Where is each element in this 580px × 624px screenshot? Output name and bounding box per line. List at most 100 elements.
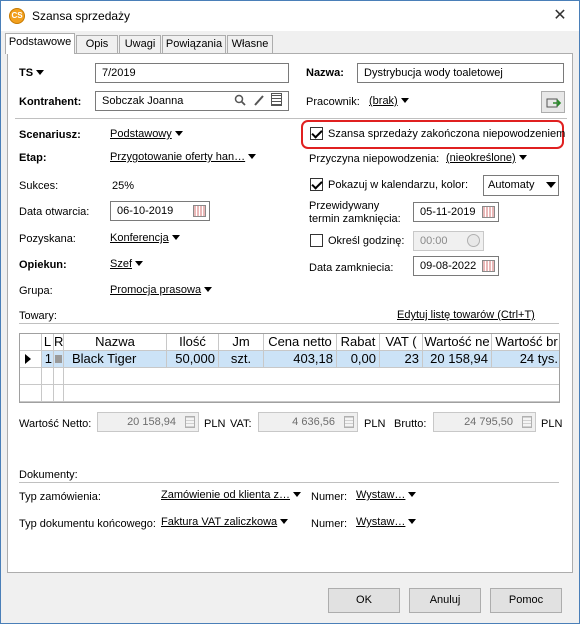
typ-dokumentu-dropdown[interactable]: Faktura VAT zaliczkowa <box>161 516 289 528</box>
table-cell[interactable] <box>54 368 64 385</box>
opiekun-value: Szef <box>110 258 133 270</box>
wartosc-netto-field: 20 158,94 <box>97 412 199 432</box>
list-icon[interactable] <box>271 93 282 106</box>
table-cell[interactable]: 23 <box>380 351 423 368</box>
typ-zamowienia-label: Typ zamówienia: <box>19 491 101 503</box>
clock-icon <box>467 234 480 247</box>
row-pointer-icon <box>25 354 31 364</box>
typ-zamowienia-dropdown[interactable]: Zamówienie od klienta z… <box>161 489 302 501</box>
table-row[interactable] <box>64 368 559 385</box>
scenariusz-label: Scenariusz: <box>19 129 81 141</box>
table-cell[interactable] <box>42 368 54 385</box>
etap-dropdown[interactable]: Przygotowanie oferty han… <box>110 151 257 163</box>
calendar-icon[interactable] <box>482 206 495 218</box>
calendar-icon[interactable] <box>193 205 206 217</box>
tab-powiazania[interactable]: Powiązania <box>162 35 226 53</box>
help-button[interactable]: Pomoc <box>490 588 562 613</box>
calendar-icon[interactable] <box>482 260 495 272</box>
przyczyna-dropdown[interactable]: (nieokreślone) <box>446 152 527 164</box>
zakonczona-checkbox[interactable] <box>310 127 323 140</box>
ok-button[interactable]: OK <box>328 588 400 613</box>
column-header[interactable]: Nazwa <box>64 334 167 351</box>
table-cell[interactable]: 1 <box>42 351 54 368</box>
column-header[interactable]: R <box>54 334 64 351</box>
currency-label: PLN <box>204 418 226 430</box>
tab-opis[interactable]: Opis <box>76 35 118 53</box>
zakonczona-label: Szansa sprzedaży zakończona niepowodzeni… <box>328 128 566 140</box>
table-cell[interactable]: Black Tiger <box>64 351 167 368</box>
tab-uwagi[interactable]: Uwagi <box>119 35 161 53</box>
table-cell[interactable]: 403,18 <box>264 351 337 368</box>
przyczyna-value: (nieokreślone) <box>446 152 516 164</box>
row-indicator <box>20 351 42 368</box>
ts-label: TS <box>19 67 34 79</box>
etap-value: Przygotowanie oferty han… <box>110 151 246 163</box>
column-header[interactable]: L <box>42 334 54 351</box>
etap-label: Etap: <box>19 152 47 164</box>
edytuj-towary-link[interactable]: Edytuj listę towarów (Ctrl+T) <box>397 309 535 321</box>
tab-wlasne[interactable]: Własne <box>227 35 273 53</box>
pracownik-label: Pracownik: <box>306 96 360 108</box>
godzina-checkbox[interactable] <box>310 234 323 247</box>
table-row[interactable] <box>64 385 559 402</box>
window-title: Szansa sprzedaży <box>32 9 131 23</box>
chevron-down-icon <box>546 182 556 188</box>
numer-zamowienia-value: Wystaw… <box>356 489 406 501</box>
export-button[interactable] <box>541 91 565 113</box>
numer-label: Numer: <box>311 518 348 530</box>
kalendarz-checkbox[interactable] <box>310 178 323 191</box>
data-otwarcia-label: Data otwarcia: <box>19 206 90 218</box>
search-icon[interactable] <box>234 94 246 106</box>
table-cell[interactable]: 0,00 <box>337 351 380 368</box>
przyczyna-label: Przyczyna niepowodzenia: <box>309 153 440 165</box>
ts-dropdown[interactable]: TS <box>19 67 45 79</box>
column-header[interactable]: Ilość <box>167 334 219 351</box>
table-cell[interactable]: 24 tys. <box>492 351 559 368</box>
numer-dokumentu-dropdown[interactable]: Wystaw… <box>356 516 417 528</box>
kolor-select[interactable]: Automaty <box>483 175 559 196</box>
calculator-icon <box>185 416 195 428</box>
brutto-label: Brutto: <box>394 418 427 430</box>
typ-zamowienia-value: Zamówienie od klienta z… <box>161 489 291 501</box>
export-icon <box>546 98 562 108</box>
table-cell[interactable]: 20 158,94 <box>423 351 492 368</box>
nazwa-input[interactable]: Dystrybucja wody toaletowej <box>357 63 564 83</box>
edit-pencil-icon[interactable] <box>253 94 265 106</box>
close-button[interactable]: ✕ <box>547 5 573 27</box>
wartosc-netto-label: Wartość Netto: <box>19 418 92 430</box>
kolor-value: Automaty <box>488 179 535 191</box>
przewidywany-label-2: termin zamknięcia: <box>309 213 401 225</box>
ts-number-input[interactable]: 7/2019 <box>95 63 289 83</box>
currency-label: PLN <box>364 418 386 430</box>
pracownik-value: (brak) <box>369 95 398 107</box>
separator <box>19 482 559 483</box>
kontrahent-label: Kontrahent: <box>19 96 82 108</box>
table-cell[interactable] <box>54 385 64 402</box>
vat-label: VAT: <box>230 418 252 430</box>
vat-field: 4 636,56 <box>258 412 358 432</box>
column-header[interactable]: Rabat <box>337 334 380 351</box>
opiekun-dropdown[interactable]: Szef <box>110 258 144 270</box>
grid-indicator-header <box>20 334 42 351</box>
column-header[interactable]: Wartość br <box>492 334 559 351</box>
scenariusz-dropdown[interactable]: Podstawowy <box>110 128 183 140</box>
numer-zamowienia-dropdown[interactable]: Wystaw… <box>356 489 417 501</box>
table-cell[interactable] <box>54 351 64 368</box>
column-header[interactable]: Cena netto <box>264 334 337 351</box>
column-header[interactable]: Jm <box>219 334 264 351</box>
tab-podstawowe[interactable]: Podstawowe <box>5 33 75 54</box>
separator <box>15 118 567 119</box>
table-cell[interactable] <box>42 385 54 402</box>
column-header[interactable]: VAT ( <box>380 334 423 351</box>
data-zamkniecia-label: Data zamkniecia: <box>309 262 394 274</box>
app-logo-icon: CS <box>9 8 25 24</box>
pracownik-dropdown[interactable]: (brak) <box>369 95 409 107</box>
column-header[interactable]: Wartość ne <box>423 334 492 351</box>
towary-grid[interactable]: L R Nazwa Ilość Jm Cena netto Rabat VAT … <box>19 333 560 403</box>
table-cell[interactable]: szt. <box>219 351 264 368</box>
table-cell[interactable]: 50,000 <box>167 351 219 368</box>
pozyskana-dropdown[interactable]: Konferencja <box>110 232 180 244</box>
grupa-dropdown[interactable]: Promocja prasowa <box>110 284 213 296</box>
cancel-button[interactable]: Anuluj <box>409 588 481 613</box>
godzina-label: Określ godzinę: <box>328 235 405 247</box>
